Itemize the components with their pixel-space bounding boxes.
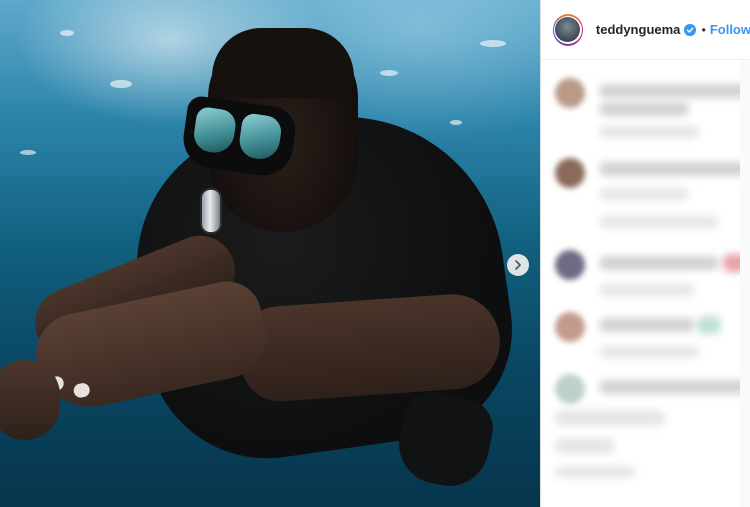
scrollbar[interactable]	[740, 60, 750, 507]
mask-lens-right	[237, 112, 284, 162]
avatar[interactable]	[553, 13, 583, 46]
chevron-right-icon	[515, 260, 521, 270]
blurred-comment	[555, 158, 750, 238]
follow-button[interactable]: Follow	[710, 22, 750, 37]
comment-avatar	[555, 78, 585, 108]
post-sidebar: teddynguema • Follow	[540, 0, 750, 507]
username-link[interactable]: teddynguema	[596, 22, 681, 37]
verified-badge-icon	[684, 23, 696, 36]
snorkel	[200, 188, 222, 234]
carousel-next-button[interactable]	[507, 254, 529, 276]
avatar-image	[555, 17, 581, 42]
separator-dot: •	[701, 22, 706, 37]
comment-avatar	[555, 374, 585, 404]
blurred-comment	[555, 374, 750, 494]
mask-lens-left	[191, 105, 238, 156]
post-photo[interactable]	[0, 0, 540, 507]
comment-avatar	[555, 250, 585, 280]
comment-avatar	[555, 312, 585, 342]
diver-hair	[212, 28, 354, 98]
second-hand	[0, 360, 60, 440]
blurred-comment	[555, 250, 750, 310]
comment-avatar	[555, 158, 585, 188]
diver-arm	[237, 291, 503, 404]
blurred-comment	[555, 312, 750, 372]
post-header: teddynguema • Follow	[541, 0, 750, 60]
blurred-comment	[555, 78, 750, 148]
